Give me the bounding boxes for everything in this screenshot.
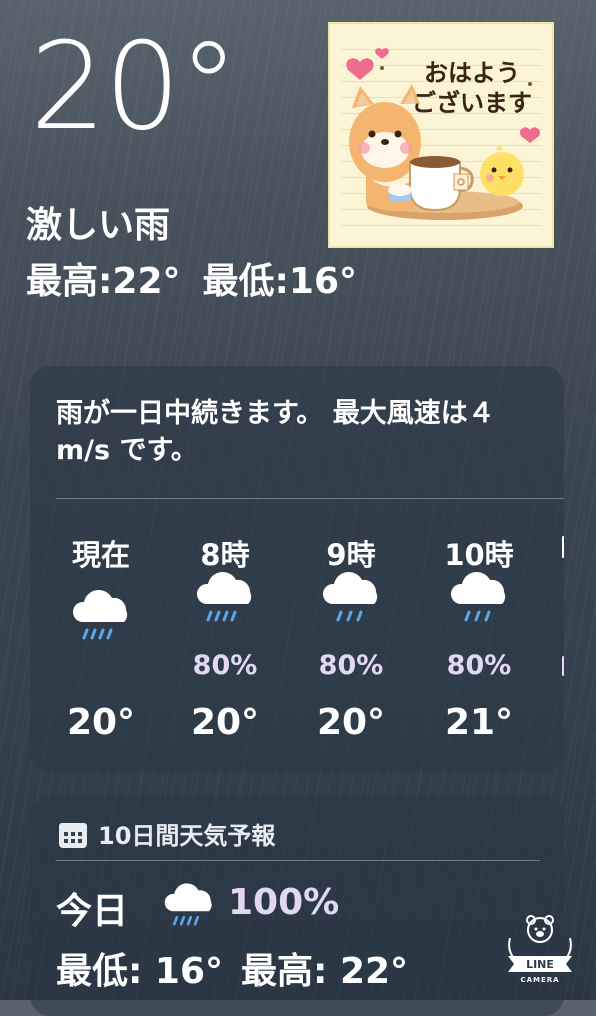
ten-day-title: 10日間天気予報: [98, 822, 276, 850]
hour-item-9[interactable]: 9時 80% 20°: [296, 516, 406, 756]
rain-cloud-icon: [196, 571, 252, 622]
hour-item-clipped[interactable]: [560, 516, 564, 756]
clipped-pop-fragment: [562, 656, 564, 676]
card-divider: [56, 498, 564, 499]
high-low-range: 最高:22° 最低:16°: [26, 252, 357, 304]
sticker-greeting: おはよう ございます: [406, 58, 538, 118]
hour-precipitation: 80%: [318, 650, 384, 681]
hour-item-10[interactable]: 10時 80% 21°: [424, 516, 534, 756]
hourly-forecast-card[interactable]: 雨が一日中続きます。 最大風速は４ m/s です。 現在 20° 8時 80% …: [30, 366, 564, 772]
hour-time: 現在: [71, 538, 130, 572]
hour-temperature: 20°: [66, 702, 136, 743]
today-precipitation: 100%: [228, 882, 340, 923]
card-divider: [56, 860, 540, 861]
current-temperature: 20°: [30, 18, 239, 157]
hour-precipitation: 80%: [446, 650, 512, 681]
hourly-scroll[interactable]: 現在 20° 8時 80% 20° 9時 80% 20° 10時 80% 21°: [30, 516, 564, 766]
rain-cloud-icon: [72, 589, 128, 640]
rain-cloud-icon: [322, 571, 378, 622]
today-label: 今日: [56, 891, 129, 932]
rain-cloud-icon: [450, 571, 506, 622]
good-morning-sticker: おはよう ございます: [328, 22, 554, 248]
ten-day-header: 10日間天気予報: [58, 816, 275, 851]
hour-item-now[interactable]: 現在 20°: [46, 516, 156, 756]
hour-temperature: 20°: [190, 702, 260, 743]
hour-temperature: 21°: [444, 702, 514, 743]
low-temperature: 最低:16°: [202, 261, 358, 302]
sticker-greeting-line1: おはよう: [424, 59, 520, 87]
watermark-sub: CAMERA: [520, 976, 559, 984]
rain-cloud-icon: [164, 883, 212, 926]
sticker-greeting-line2: ございます: [412, 89, 532, 117]
ten-day-forecast-card[interactable]: 10日間天気予報 今日 100% 最低: 16° 最高: 22°: [30, 796, 564, 1016]
line-camera-watermark: LINE CAMERA: [508, 915, 572, 984]
forecast-summary: 雨が一日中続きます。 最大風速は４ m/s です。: [56, 398, 495, 466]
weather-condition: 激しい雨: [26, 205, 171, 246]
today-range: 最低: 16° 最高: 22°: [56, 942, 408, 994]
calendar-icon: [59, 823, 87, 848]
hour-temperature: 20°: [316, 702, 386, 743]
hour-precipitation: 80%: [192, 650, 258, 681]
high-temperature: 最高:22°: [26, 261, 181, 302]
watermark-brand: LINE: [526, 958, 554, 971]
today-high: 最高: 22°: [241, 951, 409, 992]
clipped-time-fragment: [562, 536, 564, 558]
hour-item-8[interactable]: 8時 80% 20°: [170, 516, 280, 756]
today-low: 最低: 16°: [56, 951, 224, 992]
